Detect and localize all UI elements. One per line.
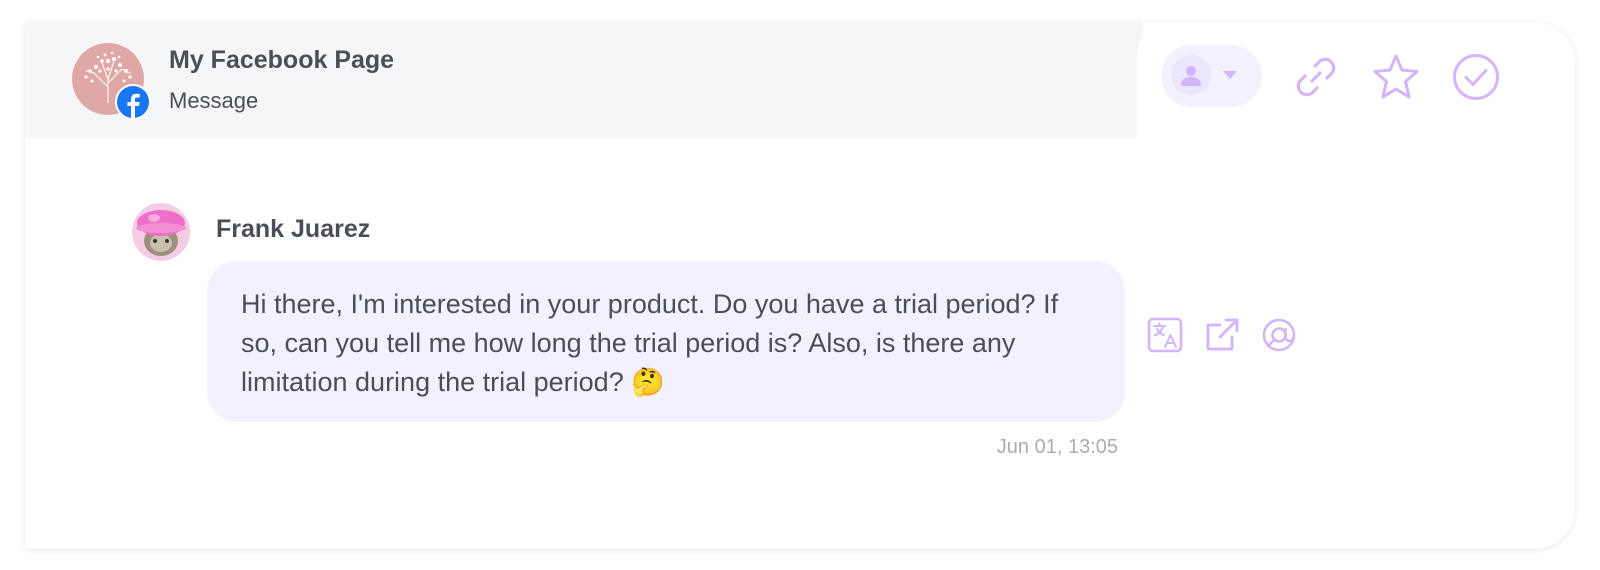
message-text: Hi there, I'm interested in your product… [241, 289, 1059, 397]
channel-type-label: Message [169, 88, 259, 113]
chevron-down-icon [1223, 71, 1237, 79]
conversation-header [25, 22, 1143, 138]
sender-name: Frank Juarez [216, 215, 371, 243]
sender-avatar [132, 203, 190, 261]
link-icon[interactable] [1291, 52, 1341, 102]
translate-icon[interactable] [1145, 315, 1185, 355]
star-icon[interactable] [1371, 52, 1421, 102]
user-icon [1171, 55, 1211, 95]
facebook-icon [115, 84, 151, 120]
external-link-icon[interactable] [1202, 315, 1242, 355]
message-bubble: Hi there, I'm interested in your product… [207, 261, 1125, 422]
check-circle-icon[interactable] [1451, 52, 1501, 102]
assign-agent-button[interactable] [1161, 45, 1262, 107]
at-mention-icon[interactable] [1259, 315, 1299, 355]
conversation-card: My Facebook Page Message Frank Juarez Hi… [25, 22, 1575, 549]
message-timestamp: Jun 01, 13:05 [996, 436, 1118, 458]
page-title: My Facebook Page [169, 46, 395, 74]
